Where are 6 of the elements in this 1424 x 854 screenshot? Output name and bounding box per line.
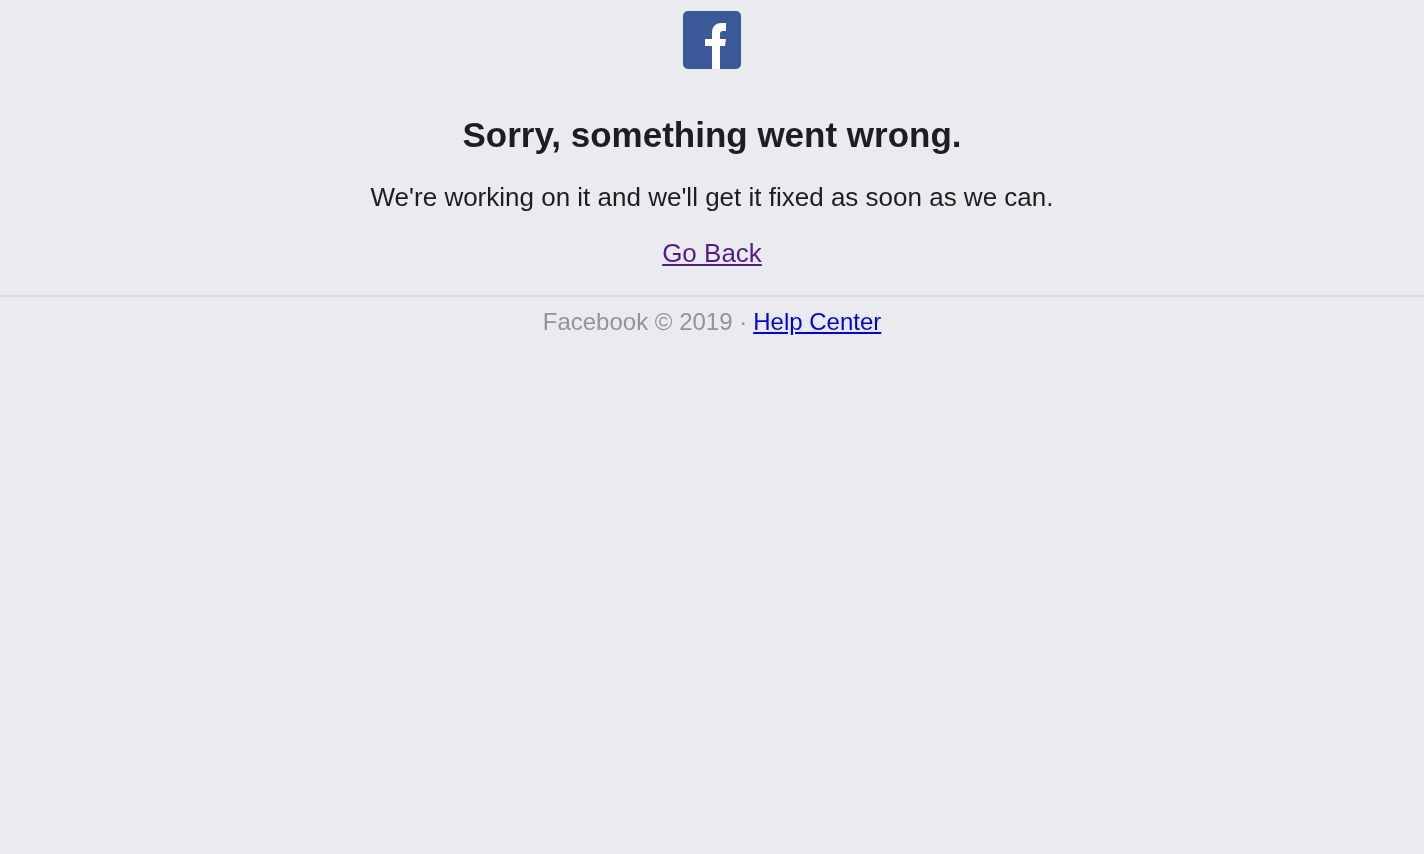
logo-icon (683, 11, 741, 69)
copyright-text: Facebook © 2019 · (542, 308, 748, 336)
go-back-link[interactable]: Go Back (662, 238, 762, 268)
error-message: We're working on it and we'll get it fixed as soon as we can. (370, 182, 1054, 212)
help-center-link[interactable]: Help Center (753, 308, 882, 336)
error-heading: Sorry, something went wrong. (462, 115, 962, 155)
